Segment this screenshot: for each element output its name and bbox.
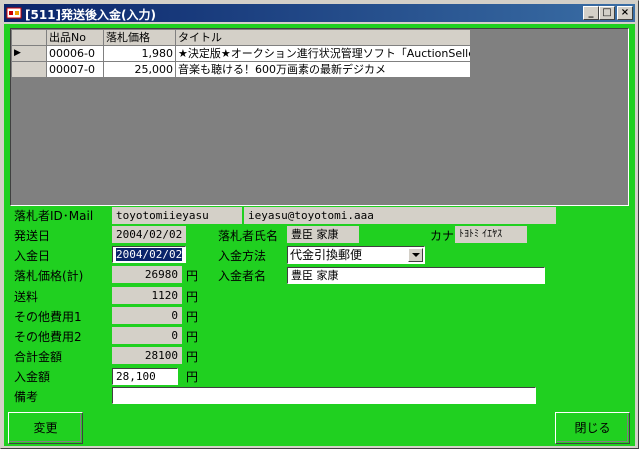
kana-field: ﾄﾖﾄﾐ ｲｴﾔｽ xyxy=(455,226,527,243)
pay-amount-input[interactable]: 28,100 xyxy=(112,368,178,385)
header-title[interactable]: タイトル xyxy=(176,30,471,46)
maximize-button[interactable]: □ xyxy=(599,6,615,20)
ship-date-label: 発送日 xyxy=(14,229,51,243)
row-indicator-icon: ▶ xyxy=(12,46,47,62)
app-icon xyxy=(6,7,22,19)
bidder-name-field: 豊臣 家康 xyxy=(287,226,359,243)
change-button-frame xyxy=(10,414,81,442)
payer-input[interactable]: 豊臣 家康 xyxy=(287,267,545,284)
yen-label: 円 xyxy=(186,370,199,384)
kana-label: カナ xyxy=(430,229,455,243)
indicator-header xyxy=(12,30,47,46)
other1-label: その他費用1 xyxy=(14,310,82,324)
change-button[interactable]: 変更 xyxy=(8,412,83,444)
other2-label: その他費用2 xyxy=(14,330,82,344)
row-indicator xyxy=(12,62,47,78)
minimize-button[interactable]: _ xyxy=(583,6,599,20)
shipping-label: 送料 xyxy=(14,290,39,304)
cell-title[interactable]: ★決定版★オークション進行状況管理ソフト「AuctionSeller xyxy=(176,46,471,62)
total-field: 28100 xyxy=(112,347,182,364)
other2-field: 0 xyxy=(112,327,182,344)
bidder-id-field: toyotomiieyasu xyxy=(112,207,242,224)
main-window: [511]発送後入金(入力) _ □ × 出品No 落札価格 タイトル ▶ 00… xyxy=(0,0,639,449)
items-grid[interactable]: 出品No 落札価格 タイトル ▶ 00006-0 1,980 ★決定版★オークシ… xyxy=(10,28,629,206)
close-window-button[interactable]: × xyxy=(617,6,633,20)
close-button[interactable]: 閉じる xyxy=(555,412,630,444)
note-input[interactable] xyxy=(112,387,536,404)
yen-label: 円 xyxy=(186,269,199,283)
pay-amount-label: 入金額 xyxy=(14,370,51,384)
client-area: 出品No 落札価格 タイトル ▶ 00006-0 1,980 ★決定版★オークシ… xyxy=(4,24,635,446)
other1-field: 0 xyxy=(112,307,182,324)
yen-label: 円 xyxy=(186,290,199,304)
price-total-label: 落札価格(計) xyxy=(14,269,84,283)
cell-price[interactable]: 25,000 xyxy=(104,62,176,78)
cell-price[interactable]: 1,980 xyxy=(104,46,176,62)
bidder-name-label: 落札者氏名 xyxy=(218,229,279,243)
header-item-no[interactable]: 出品No xyxy=(47,30,104,46)
payer-label: 入金者名 xyxy=(218,269,267,283)
chevron-down-icon[interactable] xyxy=(408,248,423,262)
price-total-field: 26980 xyxy=(112,266,182,283)
total-label: 合計金額 xyxy=(14,350,63,364)
pay-date-value: 2004/02/02 xyxy=(116,248,183,261)
pay-method-value: 代金引換郵便 xyxy=(290,248,363,262)
yen-label: 円 xyxy=(186,350,199,364)
title-bar[interactable]: [511]発送後入金(入力) _ □ × xyxy=(4,4,635,22)
pay-method-select[interactable]: 代金引換郵便 xyxy=(287,246,425,264)
cell-item-no[interactable]: 00007-0 xyxy=(47,62,104,78)
shipping-field: 1120 xyxy=(112,287,182,304)
ship-date-field: 2004/02/02 xyxy=(112,226,186,243)
yen-label: 円 xyxy=(186,330,199,344)
bidder-id-label: 落札者ID･Mail xyxy=(14,209,94,223)
pay-method-label: 入金方法 xyxy=(218,249,267,263)
yen-label: 円 xyxy=(186,310,199,324)
pay-date-input[interactable]: 2004/02/02 xyxy=(112,246,186,263)
close-button-frame xyxy=(557,414,628,442)
note-label: 備考 xyxy=(14,390,39,404)
bidder-mail-field: ieyasu@toyotomi.aaa xyxy=(244,207,556,224)
cell-title[interactable]: 音楽も聴ける！600万画素の最新デジカメ xyxy=(176,62,471,78)
pay-date-label: 入金日 xyxy=(14,249,51,263)
window-title: [511]発送後入金(入力) xyxy=(25,8,156,22)
cell-item-no[interactable]: 00006-0 xyxy=(47,46,104,62)
header-price[interactable]: 落札価格 xyxy=(104,30,176,46)
